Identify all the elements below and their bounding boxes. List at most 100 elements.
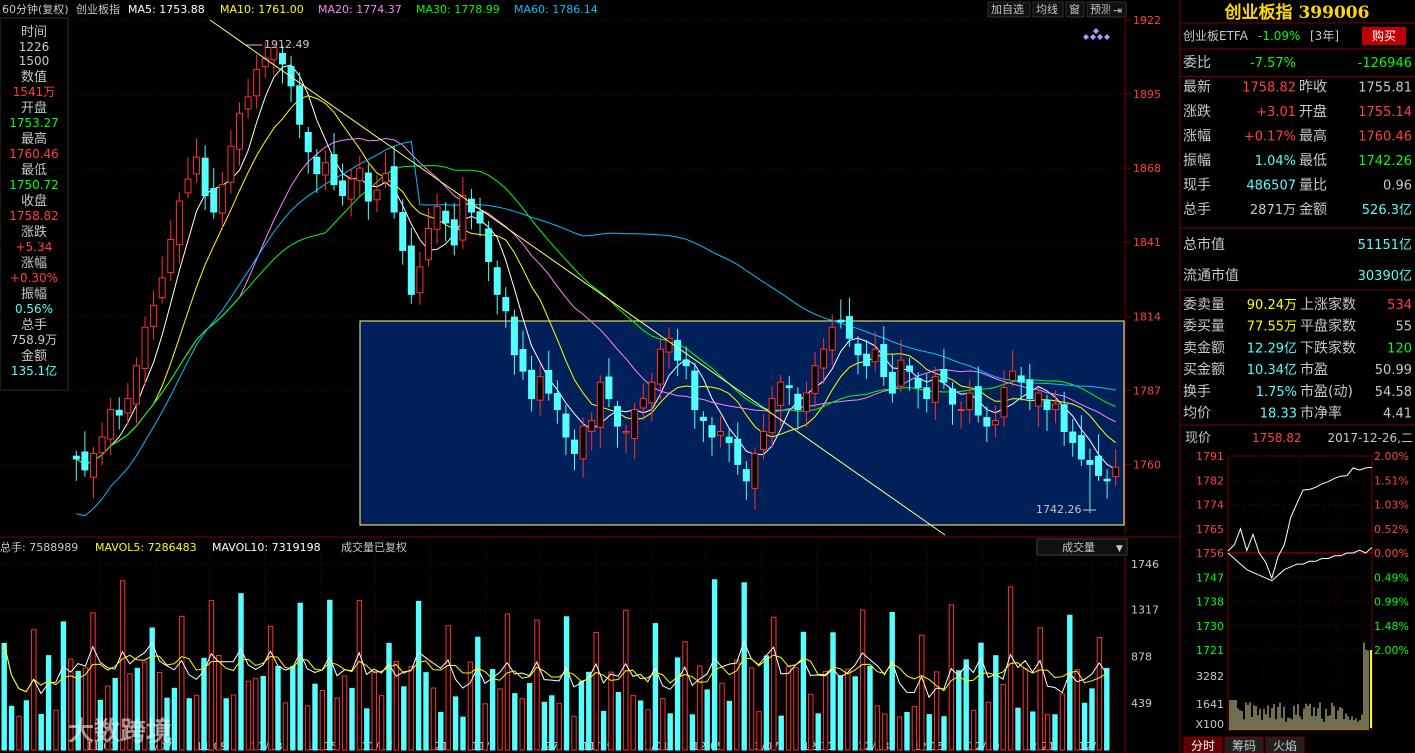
volume-bar [8, 705, 15, 751]
candle [321, 150, 329, 190]
intraday-pct-tick: 0.52% [1374, 523, 1409, 536]
candle [236, 102, 244, 166]
quote-label: 涨幅 [1183, 129, 1211, 145]
candle [304, 126, 312, 174]
candle [141, 316, 149, 385]
volume-bar [467, 661, 474, 751]
volume-bar [386, 642, 392, 751]
candle [210, 167, 218, 219]
tab-fenshi[interactable]: 分时 [1183, 736, 1223, 753]
quote-value: 1.04% [1255, 154, 1296, 169]
chart-window: 时间12261500数值1541万开盘1753.27最高1760.46最低175… [0, 0, 1415, 753]
volume-bar [282, 702, 289, 751]
breadth-label: 换手 [1183, 383, 1211, 400]
buy-button[interactable]: 购买 [1362, 27, 1406, 45]
candle [364, 164, 372, 220]
volume-bar [771, 616, 777, 751]
volume-bar [497, 688, 503, 751]
volume-bar [193, 694, 200, 751]
volume-bar [904, 711, 910, 751]
volume-bar [1030, 711, 1036, 751]
volume-bar [1052, 714, 1058, 751]
volume-bar [549, 695, 555, 751]
candle [167, 220, 175, 282]
intraday-tick: 1738 [1196, 596, 1224, 609]
volume-tick-label: 439 [1131, 697, 1152, 710]
volume-chart: 总手: 7588989 MAVOL5: 7286483 MAVOL10: 731… [0, 538, 1159, 753]
toolbar-button-0[interactable]: 加自选 [987, 1, 1031, 18]
volume-bar [970, 709, 977, 751]
etf-name[interactable]: 创业板ETFA [1183, 29, 1249, 43]
breadth-label: 市盈 [1300, 361, 1328, 378]
volume-bar [1000, 683, 1006, 751]
breadth-value: 4.41 [1383, 407, 1412, 422]
tab-huoyan[interactable]: 火焰 [1265, 736, 1305, 753]
candle [424, 207, 432, 267]
volume-bar [260, 675, 266, 751]
volume-bar [60, 621, 67, 751]
breadth-value: 120 [1387, 341, 1412, 356]
candle [81, 431, 89, 477]
consolidation-box [359, 320, 1125, 526]
volume-bar [482, 703, 488, 751]
volume-bar [719, 682, 725, 751]
volume-bar [423, 672, 429, 751]
tab-label: 分时 [1191, 739, 1215, 753]
info-label: 涨跌 [21, 224, 47, 240]
breadth-value: 55 [1395, 320, 1412, 335]
info-value: 758.9万 [11, 333, 57, 347]
breadth-label: 买金额 [1183, 362, 1225, 378]
candle [278, 45, 286, 84]
period-label: 60分钟(复权) [2, 2, 69, 16]
volume-bar [186, 698, 192, 751]
toolbar-button-2[interactable]: 窗 [1065, 1, 1085, 18]
exit-icon[interactable]: ⇥ [1109, 1, 1127, 18]
volume-bar [253, 677, 259, 751]
etf-change: -1.09% [1258, 29, 1300, 43]
volume-bar [919, 634, 925, 751]
intraday-pct-tick: 2.00% [1374, 450, 1409, 463]
volume-bar [526, 682, 533, 751]
volume-bar [1037, 627, 1043, 751]
candle [175, 192, 183, 264]
volume-bar [541, 701, 548, 751]
intraday-pct-tick: 2.00% [1374, 644, 1409, 657]
breadth-value: 90.24万 [1247, 298, 1297, 313]
volume-bar [756, 711, 762, 751]
price-tick-label: 1841 [1133, 236, 1161, 249]
candle [347, 168, 355, 217]
volume-bar [963, 659, 969, 751]
info-label: 时间 [21, 25, 47, 40]
quote-value: -7.57% [1250, 56, 1296, 71]
volume-bar [704, 689, 710, 751]
volume-dropdown[interactable]: 成交量 ▼ [1036, 538, 1128, 556]
quote-label: 金额 [1299, 202, 1327, 218]
volume-tick-label: 1746 [1131, 558, 1159, 571]
candle [244, 78, 252, 119]
info-value: 135.1亿 [11, 363, 57, 378]
breadth-row: 换手 1.75% 市盈(动) 54.58 [1183, 383, 1412, 400]
high-annotation: 1912.49 [264, 38, 310, 51]
breadth-value: 534 [1387, 298, 1412, 313]
tab-chouma[interactable]: 筹码 [1224, 736, 1264, 753]
info-label: 振幅 [21, 287, 47, 302]
toolbar-button-label: 加自选 [991, 3, 1024, 16]
price-tick-label: 1895 [1133, 88, 1161, 101]
volume-bar [867, 665, 873, 751]
mavol10-label: MAVOL10: 7319198 [212, 541, 321, 554]
volume-bar [201, 657, 207, 751]
quote-row: 最新 1758.82 昨收 1755.81 [1183, 80, 1412, 96]
volume-bar [415, 600, 422, 751]
market-value: 30390亿 [1358, 269, 1412, 284]
volume-bar [674, 657, 681, 751]
left-info-panel: 时间12261500数值1541万开盘1753.27最高1760.46最低175… [0, 17, 69, 391]
breadth-value: 18.33 [1260, 407, 1297, 422]
tab-label: 火焰 [1273, 738, 1297, 753]
candle [184, 157, 192, 199]
tab-label: 筹码 [1232, 739, 1256, 753]
toolbar-button-1[interactable]: 均线 [1032, 1, 1064, 18]
toolbar-button-label: 窗 [1069, 2, 1080, 16]
volume-bar [830, 632, 836, 751]
market-value: 51151亿 [1358, 238, 1412, 253]
quote-row: 涨跌 +3.01 开盘 1755.14 [1183, 103, 1412, 120]
